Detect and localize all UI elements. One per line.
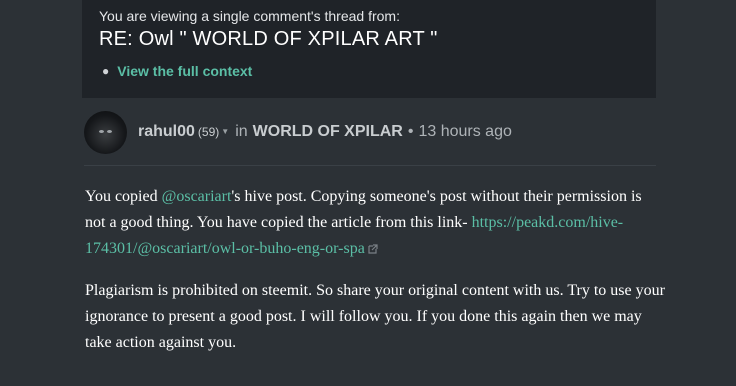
divider — [84, 165, 656, 166]
comment-paragraph-1: You copied @oscariart's hive post. Copyi… — [85, 188, 642, 257]
external-link-icon — [368, 244, 378, 254]
in-label: in — [235, 123, 248, 140]
caret-down-icon[interactable]: ▼ — [221, 127, 229, 136]
comment-header: rahul00 (59) ▼ in WORLD OF XPILAR • 13 h… — [84, 110, 684, 154]
context-link-row: ● View the full context — [99, 63, 638, 79]
author-name-link[interactable]: rahul00 — [138, 123, 195, 141]
view-full-context-link[interactable]: View the full context — [117, 63, 252, 79]
comment-paragraph-2: Plagiarism is prohibited on steemit. So … — [85, 282, 665, 351]
context-intro: You are viewing a single comment's threa… — [99, 8, 400, 24]
thread-context-box: You are viewing a single comment's threa… — [82, 0, 656, 98]
avatar[interactable] — [84, 110, 127, 154]
mention-link[interactable]: @oscariart — [162, 188, 232, 205]
separator-dot: • — [407, 123, 414, 140]
author-meta: rahul00 (59) ▼ in WORLD OF XPILAR • 13 h… — [138, 123, 512, 141]
community-link[interactable]: WORLD OF XPILAR — [253, 123, 403, 141]
context-title: RE: Owl " WORLD OF XPILAR ART " — [99, 28, 438, 50]
bullet-icon: ● — [102, 64, 110, 78]
reputation-badge: (59) — [197, 125, 220, 139]
timestamp[interactable]: 13 hours ago — [418, 123, 511, 141]
comment-body: You copied @oscariart's hive post. Copyi… — [85, 184, 665, 372]
